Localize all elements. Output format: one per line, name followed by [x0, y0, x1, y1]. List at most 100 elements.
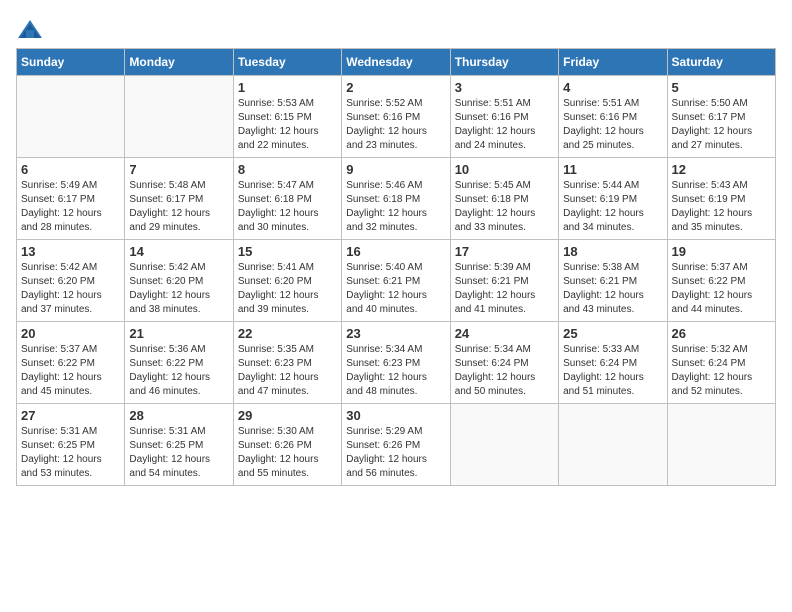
calendar-cell: 20 Sunrise: 5:37 AM Sunset: 6:22 PM Dayli… — [17, 322, 125, 404]
weekday-header-row: SundayMondayTuesdayWednesdayThursdayFrid… — [17, 49, 776, 76]
day-info: Sunrise: 5:49 AM Sunset: 6:17 PM Dayligh… — [21, 179, 120, 235]
day-info: Sunrise: 5:51 AM Sunset: 6:16 PM Dayligh… — [455, 97, 554, 153]
day-info: Sunrise: 5:51 AM Sunset: 6:16 PM Dayligh… — [563, 97, 662, 153]
logo-icon — [16, 16, 44, 44]
day-info: Sunrise: 5:48 AM Sunset: 6:17 PM Dayligh… — [129, 179, 228, 235]
calendar-cell: 18 Sunrise: 5:38 AM Sunset: 6:21 PM Dayli… — [559, 240, 667, 322]
day-info: Sunrise: 5:34 AM Sunset: 6:23 PM Dayligh… — [346, 343, 445, 399]
calendar-week-row: 13 Sunrise: 5:42 AM Sunset: 6:20 PM Dayli… — [17, 240, 776, 322]
day-number: 25 — [563, 326, 662, 341]
day-number: 21 — [129, 326, 228, 341]
calendar-cell — [125, 76, 233, 158]
day-number: 2 — [346, 80, 445, 95]
day-number: 23 — [346, 326, 445, 341]
day-info: Sunrise: 5:34 AM Sunset: 6:24 PM Dayligh… — [455, 343, 554, 399]
day-info: Sunrise: 5:37 AM Sunset: 6:22 PM Dayligh… — [672, 261, 771, 317]
calendar-cell: 26 Sunrise: 5:32 AM Sunset: 6:24 PM Dayli… — [667, 322, 775, 404]
logo — [16, 16, 48, 44]
day-number: 14 — [129, 244, 228, 259]
calendar-cell — [450, 404, 558, 486]
day-info: Sunrise: 5:43 AM Sunset: 6:19 PM Dayligh… — [672, 179, 771, 235]
day-number: 22 — [238, 326, 337, 341]
day-number: 8 — [238, 162, 337, 177]
calendar-cell — [559, 404, 667, 486]
day-number: 7 — [129, 162, 228, 177]
day-number: 29 — [238, 408, 337, 423]
calendar-cell: 19 Sunrise: 5:37 AM Sunset: 6:22 PM Dayli… — [667, 240, 775, 322]
day-info: Sunrise: 5:38 AM Sunset: 6:21 PM Dayligh… — [563, 261, 662, 317]
day-info: Sunrise: 5:53 AM Sunset: 6:15 PM Dayligh… — [238, 97, 337, 153]
calendar-cell: 30 Sunrise: 5:29 AM Sunset: 6:26 PM Dayli… — [342, 404, 450, 486]
calendar-cell: 11Sunrise: 5:44 AM Sunset: 6:19 PM Dayli… — [559, 158, 667, 240]
calendar-week-row: 20 Sunrise: 5:37 AM Sunset: 6:22 PM Dayli… — [17, 322, 776, 404]
day-number: 11 — [563, 162, 662, 177]
day-info: Sunrise: 5:29 AM Sunset: 6:26 PM Dayligh… — [346, 425, 445, 481]
day-number: 16 — [346, 244, 445, 259]
calendar-cell: 2 Sunrise: 5:52 AM Sunset: 6:16 PM Daylig… — [342, 76, 450, 158]
calendar-cell: 14 Sunrise: 5:42 AM Sunset: 6:20 PM Dayli… — [125, 240, 233, 322]
weekday-header-tuesday: Tuesday — [233, 49, 341, 76]
calendar-cell: 8 Sunrise: 5:47 AM Sunset: 6:18 PM Daylig… — [233, 158, 341, 240]
calendar-cell — [17, 76, 125, 158]
calendar-table: SundayMondayTuesdayWednesdayThursdayFrid… — [16, 48, 776, 486]
day-info: Sunrise: 5:41 AM Sunset: 6:20 PM Dayligh… — [238, 261, 337, 317]
calendar-cell: 7 Sunrise: 5:48 AM Sunset: 6:17 PM Daylig… — [125, 158, 233, 240]
day-number: 10 — [455, 162, 554, 177]
day-number: 17 — [455, 244, 554, 259]
day-info: Sunrise: 5:31 AM Sunset: 6:25 PM Dayligh… — [129, 425, 228, 481]
calendar-cell: 27 Sunrise: 5:31 AM Sunset: 6:25 PM Dayli… — [17, 404, 125, 486]
calendar-cell: 29 Sunrise: 5:30 AM Sunset: 6:26 PM Dayli… — [233, 404, 341, 486]
day-number: 6 — [21, 162, 120, 177]
calendar-cell: 25 Sunrise: 5:33 AM Sunset: 6:24 PM Dayli… — [559, 322, 667, 404]
weekday-header-monday: Monday — [125, 49, 233, 76]
day-info: Sunrise: 5:40 AM Sunset: 6:21 PM Dayligh… — [346, 261, 445, 317]
day-info: Sunrise: 5:35 AM Sunset: 6:23 PM Dayligh… — [238, 343, 337, 399]
day-info: Sunrise: 5:33 AM Sunset: 6:24 PM Dayligh… — [563, 343, 662, 399]
calendar-cell: 5 Sunrise: 5:50 AM Sunset: 6:17 PM Daylig… — [667, 76, 775, 158]
day-info: Sunrise: 5:37 AM Sunset: 6:22 PM Dayligh… — [21, 343, 120, 399]
day-number: 28 — [129, 408, 228, 423]
day-info: Sunrise: 5:39 AM Sunset: 6:21 PM Dayligh… — [455, 261, 554, 317]
calendar-cell: 21 Sunrise: 5:36 AM Sunset: 6:22 PM Dayli… — [125, 322, 233, 404]
weekday-header-sunday: Sunday — [17, 49, 125, 76]
calendar-cell: 17 Sunrise: 5:39 AM Sunset: 6:21 PM Dayli… — [450, 240, 558, 322]
page-header — [16, 16, 776, 44]
calendar-cell: 12 Sunrise: 5:43 AM Sunset: 6:19 PM Dayli… — [667, 158, 775, 240]
calendar-cell: 13 Sunrise: 5:42 AM Sunset: 6:20 PM Dayli… — [17, 240, 125, 322]
day-info: Sunrise: 5:52 AM Sunset: 6:16 PM Dayligh… — [346, 97, 445, 153]
day-number: 3 — [455, 80, 554, 95]
calendar-week-row: 27 Sunrise: 5:31 AM Sunset: 6:25 PM Dayli… — [17, 404, 776, 486]
day-info: Sunrise: 5:46 AM Sunset: 6:18 PM Dayligh… — [346, 179, 445, 235]
day-number: 12 — [672, 162, 771, 177]
calendar-cell: 3 Sunrise: 5:51 AM Sunset: 6:16 PM Daylig… — [450, 76, 558, 158]
day-info: Sunrise: 5:50 AM Sunset: 6:17 PM Dayligh… — [672, 97, 771, 153]
day-number: 9 — [346, 162, 445, 177]
day-info: Sunrise: 5:31 AM Sunset: 6:25 PM Dayligh… — [21, 425, 120, 481]
day-info: Sunrise: 5:42 AM Sunset: 6:20 PM Dayligh… — [129, 261, 228, 317]
calendar-cell: 6 Sunrise: 5:49 AM Sunset: 6:17 PM Daylig… — [17, 158, 125, 240]
day-number: 20 — [21, 326, 120, 341]
day-info: Sunrise: 5:30 AM Sunset: 6:26 PM Dayligh… — [238, 425, 337, 481]
day-number: 30 — [346, 408, 445, 423]
calendar-cell: 9 Sunrise: 5:46 AM Sunset: 6:18 PM Daylig… — [342, 158, 450, 240]
day-info: Sunrise: 5:42 AM Sunset: 6:20 PM Dayligh… — [21, 261, 120, 317]
weekday-header-thursday: Thursday — [450, 49, 558, 76]
day-number: 5 — [672, 80, 771, 95]
weekday-header-wednesday: Wednesday — [342, 49, 450, 76]
day-number: 27 — [21, 408, 120, 423]
calendar-cell: 4 Sunrise: 5:51 AM Sunset: 6:16 PM Daylig… — [559, 76, 667, 158]
day-number: 19 — [672, 244, 771, 259]
day-number: 26 — [672, 326, 771, 341]
weekday-header-saturday: Saturday — [667, 49, 775, 76]
calendar-cell: 10Sunrise: 5:45 AM Sunset: 6:18 PM Dayli… — [450, 158, 558, 240]
day-number: 1 — [238, 80, 337, 95]
day-number: 4 — [563, 80, 662, 95]
day-number: 13 — [21, 244, 120, 259]
day-info: Sunrise: 5:32 AM Sunset: 6:24 PM Dayligh… — [672, 343, 771, 399]
day-info: Sunrise: 5:47 AM Sunset: 6:18 PM Dayligh… — [238, 179, 337, 235]
calendar-cell: 16 Sunrise: 5:40 AM Sunset: 6:21 PM Dayli… — [342, 240, 450, 322]
day-number: 18 — [563, 244, 662, 259]
calendar-cell: 22 Sunrise: 5:35 AM Sunset: 6:23 PM Dayli… — [233, 322, 341, 404]
calendar-cell: 24Sunrise: 5:34 AM Sunset: 6:24 PM Dayli… — [450, 322, 558, 404]
day-info: Sunrise: 5:36 AM Sunset: 6:22 PM Dayligh… — [129, 343, 228, 399]
